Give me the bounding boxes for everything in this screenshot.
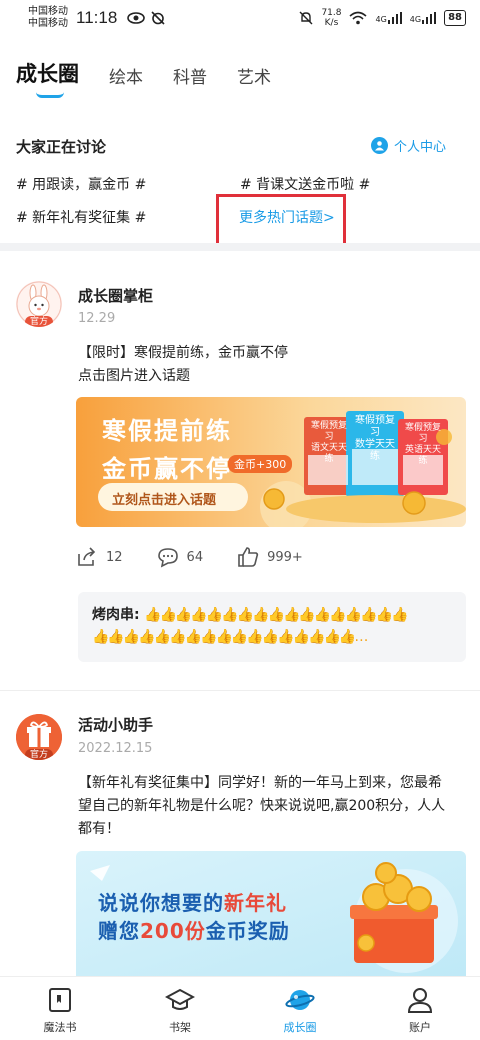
bottom-navigation: 魔法书 书架 成长圈 账户 <box>0 976 480 1040</box>
net-speed-value: 71.8 <box>321 8 342 18</box>
more-topics-label: 更多热门话题> <box>239 210 335 226</box>
nav-magic-book[interactable]: 魔法书 <box>0 977 120 1040</box>
battery-indicator: 88 <box>444 10 466 26</box>
signal-2: 4G <box>409 12 437 24</box>
topic-banner-winter[interactable]: 寒假提前练 金币赢不停 金币+300 立刻点击进入话题 寒假预复习 语文天天练 … <box>76 397 466 527</box>
alarm-off-icon <box>151 11 165 25</box>
official-badge: 官方 <box>25 316 53 327</box>
post-date: 2022.12.15 <box>78 741 153 756</box>
topic-read-along[interactable]: # 用跟读，赢金币 # <box>16 174 146 194</box>
nav-label: 成长圈 <box>283 1021 317 1034</box>
topic-new-year-gift[interactable]: # 新年礼有奖征集 # <box>16 207 146 227</box>
more-topics-link[interactable]: 更多热门话题> <box>216 194 346 250</box>
signal-2-label: 4G <box>409 15 422 24</box>
discussion-title: 大家正在讨论 <box>16 138 107 156</box>
post-author[interactable]: 成长圈掌柜 <box>78 285 153 306</box>
post-date: 12.29 <box>78 311 116 326</box>
growth-planet-icon <box>285 990 315 1010</box>
topic-banner-new-year[interactable]: 说说你想要的新年礼 赠您200份金币奖励 <box>76 851 466 976</box>
nav-account[interactable]: 账户 <box>360 977 480 1040</box>
post-text-line: 都有！ <box>78 821 120 837</box>
post-author[interactable]: 活动小助手 <box>78 714 153 735</box>
banner-line-2-c: 金币奖励 <box>205 919 290 943</box>
banner-cta: 立刻点击进入话题 <box>112 493 217 508</box>
net-speed: 71.8 K/s <box>321 8 341 28</box>
banner-line-2: 赠您200份金币奖励 <box>98 915 290 944</box>
post-text[interactable]: 【限时】寒假提前练，金币赢不停 点击图片进入话题 <box>78 342 288 388</box>
tab-picture-books[interactable]: 绘本 <box>109 63 143 88</box>
like-button[interactable]: 999+ <box>237 546 303 568</box>
comment-preview[interactable]: 烤肉串: 👍👍👍👍👍👍👍👍👍👍👍👍👍👍👍👍👍 👍👍👍👍👍👍👍👍👍👍👍👍👍👍👍👍👍… <box>78 592 466 662</box>
banner-line-1-a: 说说你想要的 <box>98 891 224 915</box>
carrier-info: 中国移动 中国移动 <box>28 6 68 30</box>
comment-line: 烤肉串: 👍👍👍👍👍👍👍👍👍👍👍👍👍👍👍👍👍 <box>92 604 452 626</box>
graduation-cap-icon <box>165 988 195 1010</box>
banner-line-2-a: 赠您 <box>98 919 140 943</box>
banner-line-1: 说说你想要的新年礼 <box>98 887 287 916</box>
personal-center-button[interactable]: 个人中心 <box>370 136 446 155</box>
tab-science[interactable]: 科普 <box>173 63 207 88</box>
tab-label: 成长圈 <box>16 62 79 86</box>
category-tabs: 成长圈 绘本 科普 艺术 <box>16 58 271 98</box>
share-icon <box>78 547 96 566</box>
personal-center-label: 个人中心 <box>393 140 446 155</box>
book-cover-english: 寒假预复习 英语天天练 <box>404 423 441 466</box>
active-tab-indicator <box>36 92 64 98</box>
mute-icon <box>299 11 313 25</box>
coin-tag: 金币+300 <box>228 455 293 473</box>
account-icon <box>407 988 433 1013</box>
status-bar: 中国移动 中国移动 11:18 71.8 K/s 4G 4G 88 <box>0 0 480 36</box>
signal-1: 4G <box>375 12 402 24</box>
banner-line-1-b: 新年礼 <box>224 891 287 915</box>
comment-author: 烤肉串: <box>92 607 140 623</box>
magic-book-icon <box>49 988 71 1012</box>
share-button[interactable]: 12 <box>76 546 123 568</box>
comment-count: 64 <box>186 549 204 565</box>
official-badge: 官方 <box>25 749 53 760</box>
post-actions: 12 64 999+ <box>76 546 337 568</box>
wifi-icon <box>349 11 368 25</box>
post-text-line: 【限时】寒假提前练，金币赢不停 <box>78 345 288 361</box>
comment-icon <box>157 548 178 568</box>
banner-headline: 金币赢不停 <box>102 455 232 483</box>
post-text-line: 望自己的新年礼物是什么呢？快来说说吧,赢200积分，人人 <box>78 798 446 814</box>
signal-bars-icon <box>422 12 437 24</box>
avatar[interactable]: 官方 <box>16 714 62 760</box>
book-cover-math: 寒假预复习 数学天天练 <box>355 415 395 462</box>
topic-recite[interactable]: # 背课文送金币啦 # <box>240 174 370 194</box>
banner-headline: 寒假提前练 <box>102 417 232 445</box>
clock: 11:18 <box>76 8 118 27</box>
tab-growth-circle[interactable]: 成长圈 <box>16 58 79 98</box>
post-divider <box>0 690 480 691</box>
net-speed-unit: K/s <box>324 18 339 28</box>
post-text[interactable]: 【新年礼有奖征集中】同学好！新的一年马上到来，您最希 望自己的新年礼物是什么呢？… <box>78 772 474 841</box>
comment-text: 👍👍👍👍👍👍👍👍👍👍👍👍👍👍👍👍👍… <box>92 629 368 645</box>
eye-icon <box>127 12 146 24</box>
carrier-2: 中国移动 <box>28 18 68 29</box>
user-icon <box>370 137 388 154</box>
comment-text: 👍👍👍👍👍👍👍👍👍👍👍👍👍👍👍👍👍 <box>144 607 408 623</box>
carrier-1: 中国移动 <box>28 6 68 17</box>
banner-line-2-b: 200份 <box>140 919 206 943</box>
section-divider <box>0 243 480 251</box>
post-text-line: 【新年礼有奖征集中】同学好！新的一年马上到来，您最希 <box>78 775 442 791</box>
tab-art[interactable]: 艺术 <box>237 63 271 88</box>
comment-button[interactable]: 64 <box>157 546 204 568</box>
nav-label: 魔法书 <box>43 1021 77 1034</box>
signal-bars-icon <box>387 12 402 24</box>
nav-label: 书架 <box>169 1021 191 1034</box>
share-count: 12 <box>106 549 123 565</box>
nav-label: 账户 <box>409 1021 431 1034</box>
nav-growth-circle[interactable]: 成长圈 <box>240 977 360 1040</box>
nav-bookshelf[interactable]: 书架 <box>120 977 240 1040</box>
post-text-line: 点击图片进入话题 <box>78 368 190 384</box>
signal-1-label: 4G <box>375 15 387 24</box>
like-count: 999+ <box>267 549 303 565</box>
thumbs-up-icon <box>238 547 259 567</box>
book-cover-chinese: 寒假预复习 语文天天练 <box>310 421 347 464</box>
avatar[interactable]: 官方 <box>16 281 62 327</box>
